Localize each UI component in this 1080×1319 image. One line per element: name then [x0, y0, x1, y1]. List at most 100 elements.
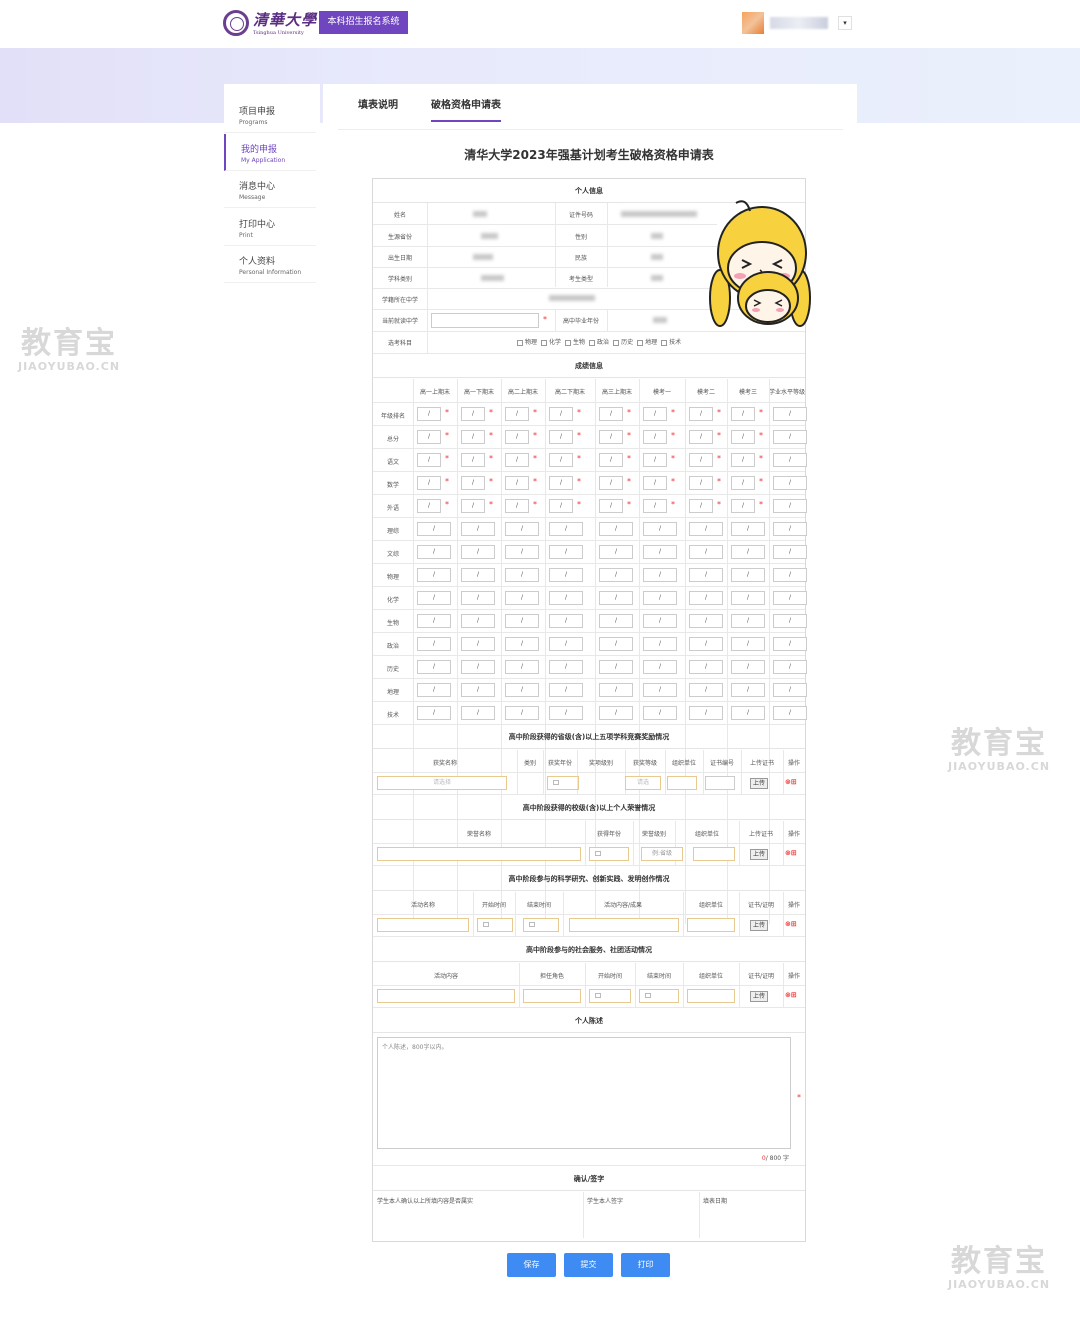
grade-input[interactable]: /: [461, 407, 485, 421]
grade-input[interactable]: /: [549, 568, 583, 582]
grade-input[interactable]: /: [549, 522, 583, 536]
grade-input[interactable]: /: [643, 568, 677, 582]
grade-input[interactable]: /: [549, 545, 583, 559]
grade-input[interactable]: /: [643, 476, 667, 490]
grade-input[interactable]: /: [461, 683, 495, 697]
grade-input[interactable]: /: [599, 476, 623, 490]
grade-input[interactable]: /: [461, 637, 495, 651]
upload-button[interactable]: 上传: [750, 991, 768, 1002]
delete-add-icon[interactable]: ⊗⊞: [785, 920, 797, 928]
grade-input[interactable]: /: [689, 499, 713, 513]
print-button[interactable]: 打印: [621, 1253, 670, 1277]
grade-input[interactable]: /: [689, 568, 723, 582]
grade-input[interactable]: /: [773, 499, 807, 513]
award-name-select[interactable]: 请选择: [377, 776, 507, 790]
grade-input[interactable]: /: [643, 453, 667, 467]
grade-input[interactable]: /: [731, 499, 755, 513]
grade-input[interactable]: /: [773, 591, 807, 605]
grade-input[interactable]: /: [417, 407, 441, 421]
grade-input[interactable]: /: [461, 660, 495, 674]
statement-textarea[interactable]: 个人陈述，800字以内。: [377, 1037, 791, 1149]
grade-input[interactable]: /: [549, 453, 573, 467]
grade-input[interactable]: /: [689, 683, 723, 697]
sidebar-item-2[interactable]: 消息中心 Message: [224, 171, 316, 208]
grade-input[interactable]: /: [731, 545, 765, 559]
grade-input[interactable]: /: [689, 591, 723, 605]
grade-input[interactable]: /: [773, 407, 807, 421]
grade-input[interactable]: /: [689, 407, 713, 421]
activity-content-input[interactable]: [569, 918, 679, 932]
grade-input[interactable]: /: [731, 476, 755, 490]
grade-input[interactable]: /: [643, 706, 677, 720]
university-logo[interactable]: 清華大學 Tsinghua University: [223, 9, 317, 36]
grade-input[interactable]: /: [643, 407, 667, 421]
grade-input[interactable]: /: [417, 499, 441, 513]
grade-input[interactable]: /: [461, 545, 495, 559]
grade-input[interactable]: /: [599, 706, 633, 720]
grade-input[interactable]: /: [599, 660, 633, 674]
grade-input[interactable]: /: [689, 522, 723, 536]
grade-input[interactable]: /: [461, 453, 485, 467]
sidebar-item-0[interactable]: 项目申报 Programs: [224, 96, 316, 133]
grade-input[interactable]: /: [505, 683, 539, 697]
grade-input[interactable]: /: [505, 568, 539, 582]
save-button[interactable]: 保存: [507, 1253, 556, 1277]
grade-input[interactable]: /: [505, 407, 529, 421]
research-org-input[interactable]: [687, 918, 735, 932]
grade-input[interactable]: /: [599, 683, 633, 697]
grade-input[interactable]: /: [599, 499, 623, 513]
honor-org-input[interactable]: [693, 847, 735, 861]
grade-input[interactable]: /: [461, 706, 495, 720]
grade-input[interactable]: /: [417, 683, 451, 697]
award-org-input[interactable]: [667, 776, 697, 790]
tab-application-form[interactable]: 破格资格申请表: [431, 96, 501, 122]
grade-input[interactable]: /: [773, 706, 807, 720]
grade-input[interactable]: /: [689, 660, 723, 674]
delete-add-icon[interactable]: ⊗⊞: [785, 778, 797, 786]
grade-input[interactable]: /: [417, 430, 441, 444]
grade-input[interactable]: /: [643, 430, 667, 444]
grade-input[interactable]: /: [417, 637, 451, 651]
current-school-input[interactable]: [431, 313, 539, 328]
grade-input[interactable]: /: [505, 660, 539, 674]
grade-input[interactable]: /: [461, 522, 495, 536]
grade-input[interactable]: /: [599, 637, 633, 651]
grade-input[interactable]: /: [689, 614, 723, 628]
grade-input[interactable]: /: [731, 522, 765, 536]
grade-input[interactable]: /: [599, 407, 623, 421]
grade-input[interactable]: /: [731, 660, 765, 674]
grade-input[interactable]: /: [549, 499, 573, 513]
grade-input[interactable]: /: [689, 545, 723, 559]
grade-input[interactable]: /: [461, 499, 485, 513]
grade-input[interactable]: /: [773, 453, 807, 467]
subject-checkbox[interactable]: [661, 339, 668, 346]
subject-checkbox[interactable]: [589, 339, 596, 346]
grade-input[interactable]: /: [417, 476, 441, 490]
grade-input[interactable]: /: [417, 706, 451, 720]
grade-input[interactable]: /: [689, 430, 713, 444]
grade-input[interactable]: /: [773, 637, 807, 651]
grade-input[interactable]: /: [773, 430, 807, 444]
grade-input[interactable]: /: [417, 568, 451, 582]
grade-input[interactable]: /: [599, 522, 633, 536]
sidebar-item-3[interactable]: 打印中心 Print: [224, 209, 316, 246]
grade-input[interactable]: /: [731, 614, 765, 628]
grade-input[interactable]: /: [643, 614, 677, 628]
user-menu[interactable]: ▾: [742, 12, 852, 34]
grade-input[interactable]: /: [773, 522, 807, 536]
grade-input[interactable]: /: [643, 545, 677, 559]
system-button[interactable]: 本科招生报名系统: [319, 11, 408, 34]
grade-input[interactable]: /: [417, 660, 451, 674]
sidebar-item-1[interactable]: 我的申报 My Application: [224, 133, 316, 171]
grade-input[interactable]: /: [689, 706, 723, 720]
grade-input[interactable]: /: [461, 591, 495, 605]
grade-input[interactable]: /: [731, 407, 755, 421]
grade-input[interactable]: /: [417, 614, 451, 628]
grade-input[interactable]: /: [643, 683, 677, 697]
activity-name-input[interactable]: [377, 918, 469, 932]
grade-input[interactable]: /: [549, 591, 583, 605]
grade-input[interactable]: /: [417, 591, 451, 605]
grade-input[interactable]: /: [599, 453, 623, 467]
grade-input[interactable]: /: [505, 614, 539, 628]
grade-input[interactable]: /: [773, 660, 807, 674]
